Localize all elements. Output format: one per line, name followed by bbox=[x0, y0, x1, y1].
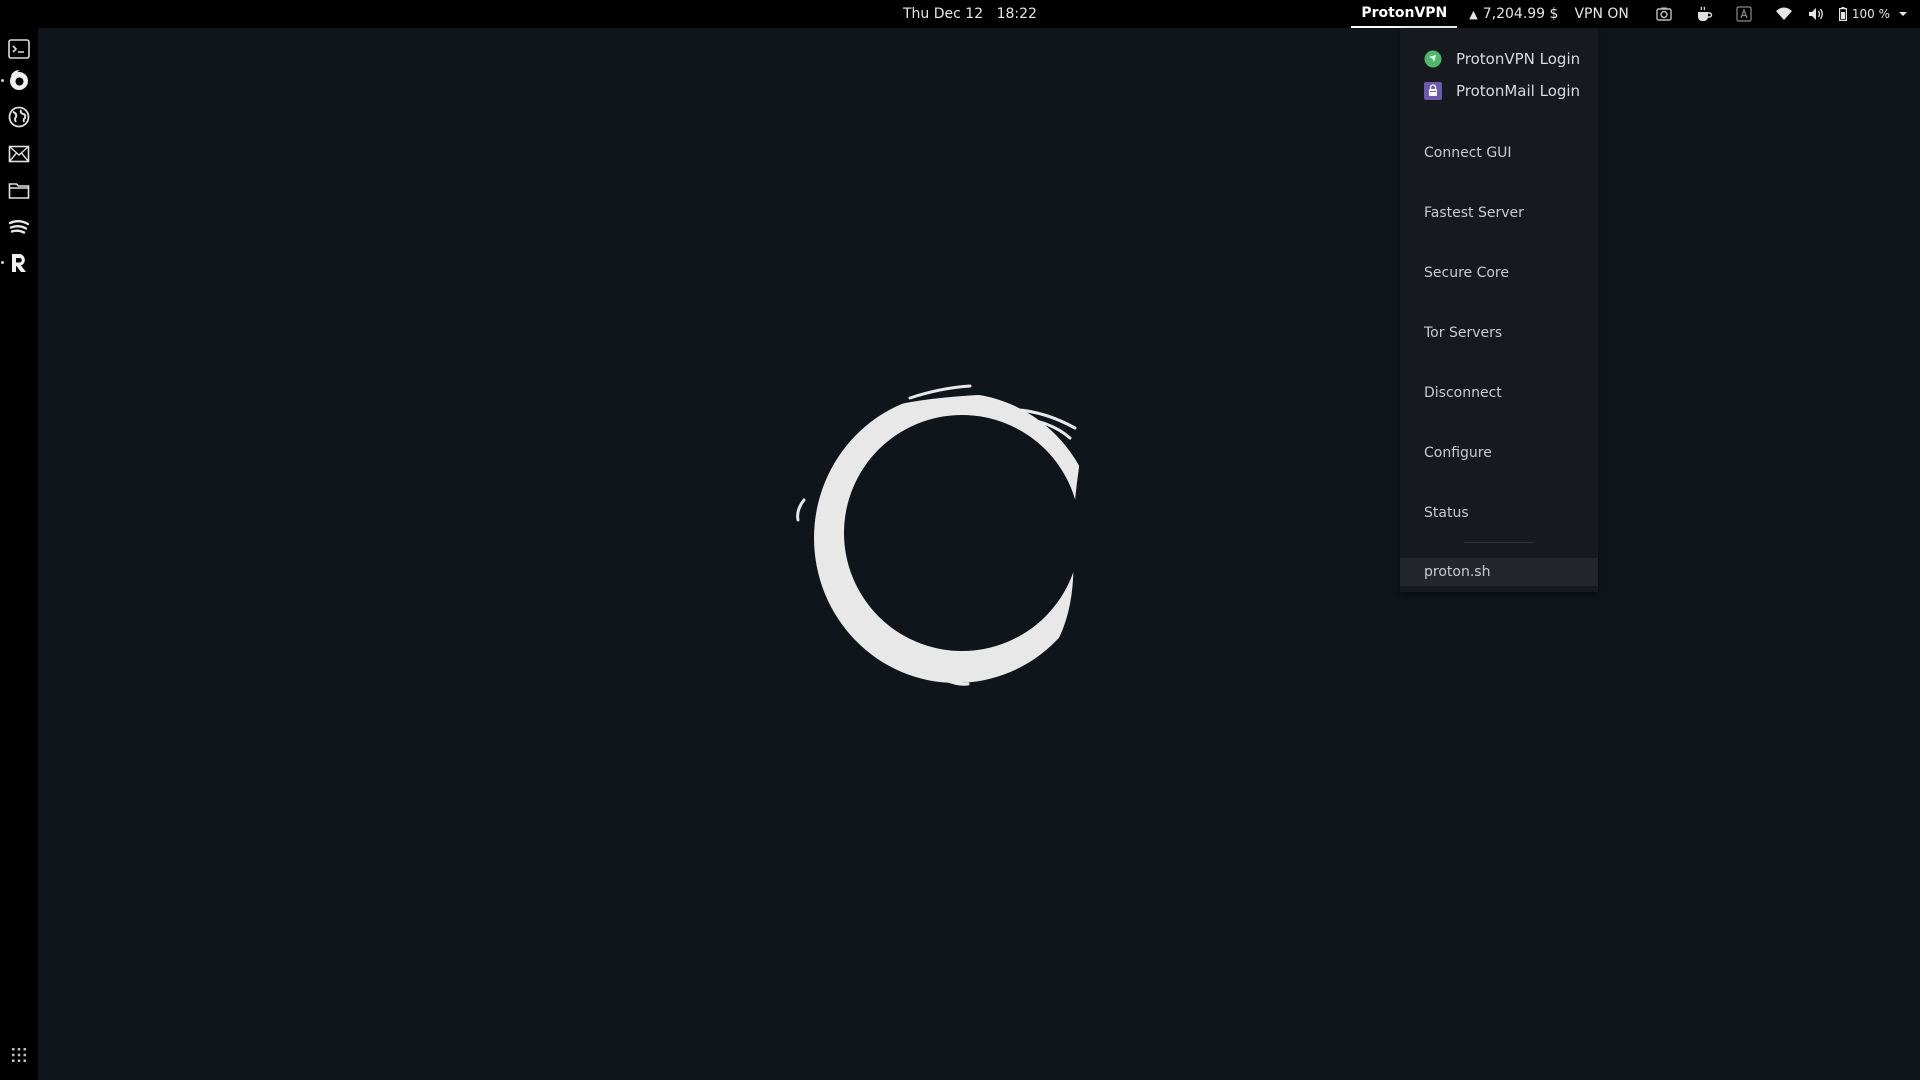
battery-percentage: 100 % bbox=[1851, 7, 1890, 21]
menu-item-disconnect[interactable]: Disconnect bbox=[1424, 382, 1502, 404]
protonvpn-login-label: ProtonVPN Login bbox=[1456, 50, 1581, 68]
screenshot-icon[interactable] bbox=[1655, 5, 1673, 23]
chevron-down-icon[interactable] bbox=[1898, 9, 1908, 19]
vpn-status-indicator[interactable]: VPN ON bbox=[1574, 0, 1628, 28]
kali-enso-logo bbox=[790, 370, 1110, 710]
clock-time: 18:22 bbox=[996, 6, 1037, 22]
volume-icon[interactable] bbox=[1807, 5, 1825, 23]
protonmail-login-label: ProtonMail Login bbox=[1456, 82, 1581, 100]
running-indicator bbox=[1, 79, 4, 82]
crypto-price-value: 7,204.99 $ bbox=[1482, 6, 1559, 22]
protonvpn-menu: ProtonVPN Login ProtonMail Login Connect… bbox=[1400, 28, 1598, 592]
running-indicator bbox=[1, 261, 4, 264]
coffee-icon[interactable] bbox=[1695, 5, 1713, 23]
price-up-arrow: ▲ bbox=[1469, 7, 1478, 21]
menu-item-fastest-server[interactable]: Fastest Server bbox=[1424, 202, 1524, 224]
firefox-icon[interactable] bbox=[7, 68, 31, 92]
menu-item-configure[interactable]: Configure bbox=[1424, 442, 1492, 464]
menu-item-status[interactable]: Status bbox=[1424, 502, 1469, 524]
terminal-icon[interactable] bbox=[7, 37, 31, 61]
battery-icon bbox=[1838, 7, 1847, 21]
menu-item-secure-core[interactable]: Secure Core bbox=[1424, 262, 1509, 284]
protonvpn-icon bbox=[1424, 50, 1442, 68]
battery-indicator[interactable]: 100 % bbox=[1838, 0, 1890, 28]
spotify-icon[interactable] bbox=[7, 215, 31, 239]
app-grid-icon[interactable] bbox=[7, 1043, 31, 1067]
menu-footer-script[interactable]: proton.sh bbox=[1400, 558, 1598, 586]
clock-date: Thu Dec 12 bbox=[903, 6, 984, 22]
dock bbox=[0, 28, 38, 1080]
web-browser-icon[interactable] bbox=[7, 105, 31, 129]
r-studio-icon[interactable] bbox=[7, 251, 31, 275]
protonmail-login-item[interactable]: ProtonMail Login bbox=[1424, 80, 1580, 102]
menu-item-tor-servers[interactable]: Tor Servers bbox=[1424, 322, 1502, 344]
system-tray: ProtonVPN ▲ 7,204.99 $ VPN ON 100 % bbox=[1351, 0, 1920, 28]
keyboard-icon[interactable] bbox=[1735, 5, 1753, 23]
menu-item-connect-gui[interactable]: Connect GUI bbox=[1424, 142, 1512, 164]
protonmail-icon bbox=[1424, 82, 1442, 100]
top-bar: Thu Dec 12 18:22 ProtonVPN ▲ 7,204.99 $ … bbox=[0, 0, 1920, 28]
crypto-price-indicator[interactable]: ▲ 7,204.99 $ bbox=[1469, 0, 1558, 28]
clock[interactable]: Thu Dec 12 18:22 bbox=[903, 0, 1037, 28]
protonvpn-indicator[interactable]: ProtonVPN bbox=[1351, 0, 1458, 28]
protonvpn-login-item[interactable]: ProtonVPN Login bbox=[1424, 48, 1580, 70]
wifi-icon[interactable] bbox=[1775, 5, 1793, 23]
menu-separator bbox=[1464, 542, 1534, 543]
files-icon[interactable] bbox=[7, 178, 31, 202]
mail-icon[interactable] bbox=[7, 142, 31, 166]
